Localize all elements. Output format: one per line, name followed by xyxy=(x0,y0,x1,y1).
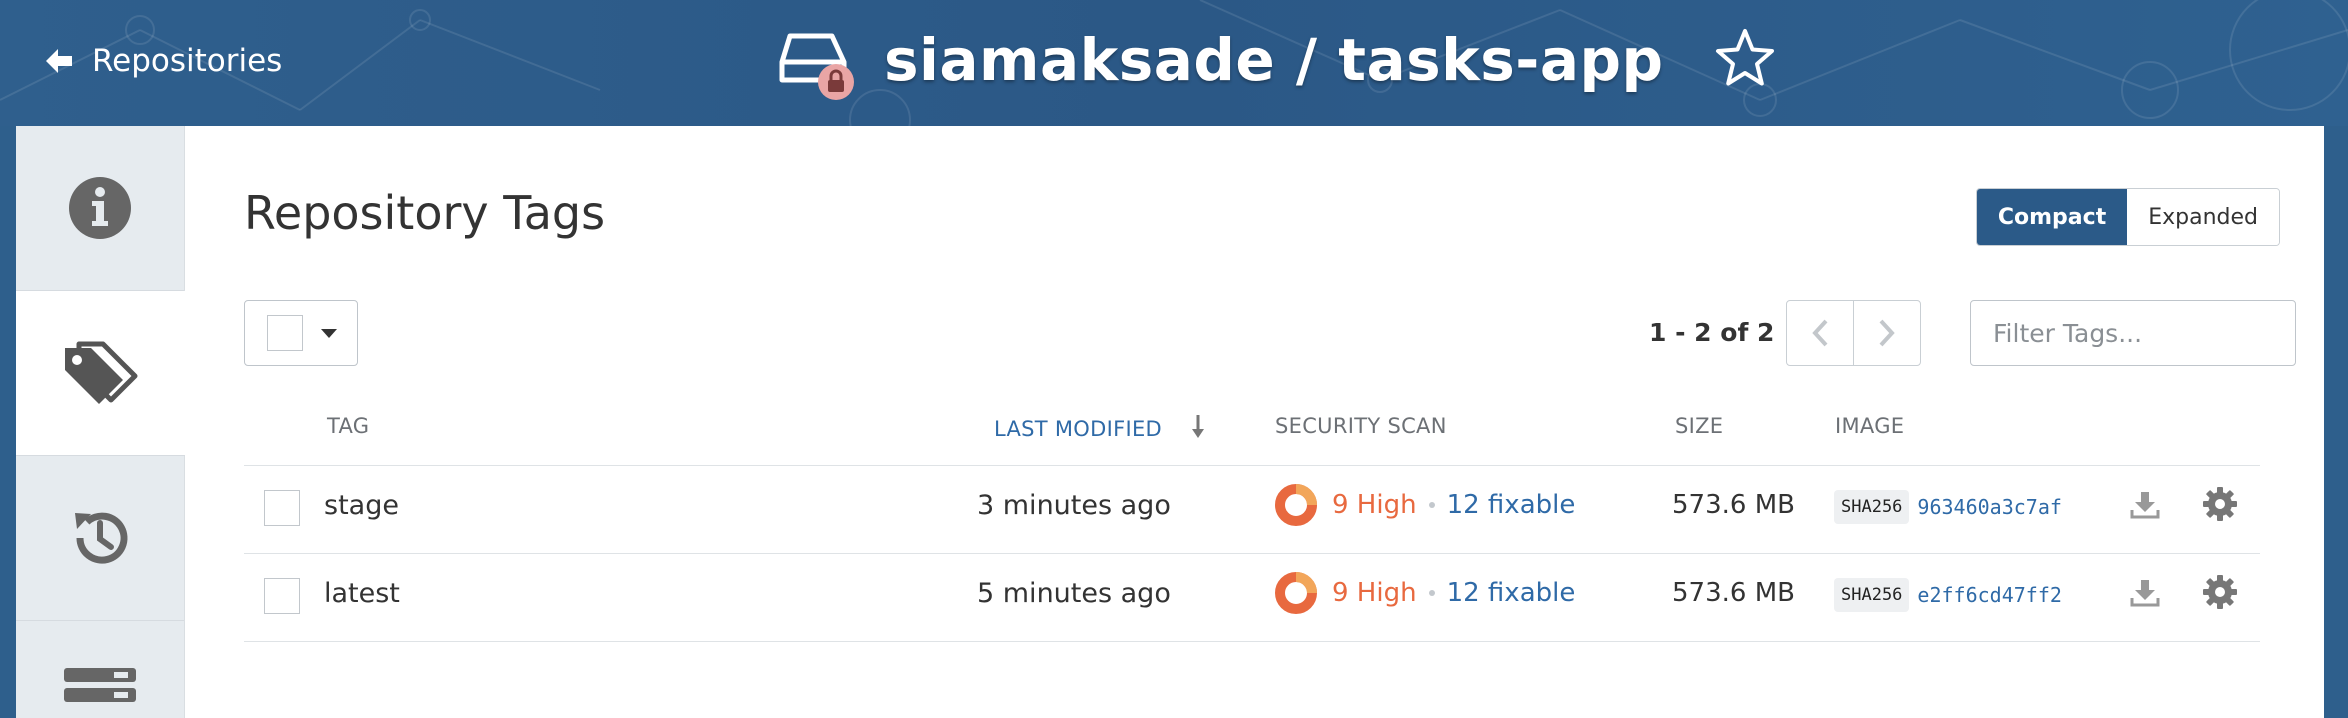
bulk-select-dropdown[interactable] xyxy=(244,300,358,366)
sidebar-tab-tags[interactable] xyxy=(16,291,185,456)
pagination-count: 1 - 2 of 2 xyxy=(1649,318,1775,347)
back-arrow-icon xyxy=(46,49,72,73)
sidebar-tab-history[interactable] xyxy=(16,456,184,621)
image-digest: SHA256 e2ff6cd47ff2 xyxy=(1834,578,2062,612)
next-page-button[interactable] xyxy=(1853,301,1920,365)
pagination-controls xyxy=(1786,300,1921,366)
repository-sidebar xyxy=(16,126,185,718)
image-size: 573.6 MB xyxy=(1672,578,1795,608)
back-to-repositories-link[interactable]: Repositories xyxy=(44,38,282,84)
fetch-tag-icon[interactable] xyxy=(2130,490,2160,524)
history-icon xyxy=(75,512,128,564)
row-select-checkbox[interactable] xyxy=(264,578,300,614)
column-header-tag[interactable]: TAG xyxy=(327,414,369,438)
table-divider xyxy=(244,641,2260,642)
table-row: stage 3 minutes ago 9 High 12 fixable 57… xyxy=(244,466,2260,552)
last-modified-value: 5 minutes ago xyxy=(977,578,1171,609)
expanded-view-button[interactable]: Expanded xyxy=(2127,189,2279,245)
sha256-badge: SHA256 xyxy=(1834,578,1910,612)
sha256-badge: SHA256 xyxy=(1834,490,1910,524)
chevron-down-icon xyxy=(321,328,337,338)
back-label: Repositories xyxy=(92,43,283,79)
column-header-image: IMAGE xyxy=(1835,414,1905,438)
high-vulnerabilities[interactable]: 9 High xyxy=(1332,578,1417,608)
select-all-checkbox[interactable] xyxy=(267,315,303,351)
vulnerability-donut-icon xyxy=(1275,572,1317,614)
sidebar-tab-builds[interactable] xyxy=(16,621,184,718)
gear-icon[interactable] xyxy=(2202,574,2238,614)
chevron-left-icon xyxy=(1812,319,1828,347)
info-icon xyxy=(69,177,131,239)
star-repository-icon[interactable] xyxy=(1714,28,1776,92)
tag-name[interactable]: stage xyxy=(324,490,399,521)
repo-name: siamaksade / tasks-app xyxy=(884,26,1664,94)
previous-page-button[interactable] xyxy=(1787,301,1853,365)
column-header-size[interactable]: SIZE xyxy=(1675,414,1723,438)
compact-view-button[interactable]: Compact xyxy=(1976,189,2128,245)
tag-name[interactable]: latest xyxy=(324,578,400,609)
security-scan-summary[interactable]: 9 High 12 fixable xyxy=(1274,482,1575,528)
last-modified-value: 3 minutes ago xyxy=(977,490,1171,521)
security-scan-summary[interactable]: 9 High 12 fixable xyxy=(1274,570,1575,616)
image-digest: SHA256 963460a3c7af xyxy=(1834,490,2062,524)
repository-lock-icon xyxy=(779,33,854,100)
sort-descending-icon xyxy=(1192,415,1204,438)
repo-title-group: siamaksade / tasks-app xyxy=(778,18,1776,102)
chevron-right-icon xyxy=(1879,319,1895,347)
repository-panel: Repository Tags Compact Expanded 1 - 2 o… xyxy=(16,126,2324,718)
vulnerability-donut-icon xyxy=(1275,484,1317,526)
fetch-tag-icon[interactable] xyxy=(2130,578,2160,612)
table-row: latest 5 minutes ago 9 High 12 fixable 5… xyxy=(244,554,2260,640)
tags-icon xyxy=(64,341,137,404)
page-title: Repository Tags xyxy=(244,186,606,240)
image-digest-link[interactable]: e2ff6cd47ff2 xyxy=(1917,583,2062,607)
last-modified-label: LAST MODIFIED xyxy=(994,417,1163,441)
filter-tags-input[interactable] xyxy=(1970,300,2296,366)
fixable-vulnerabilities-link[interactable]: 12 fixable xyxy=(1447,490,1576,520)
view-mode-toggle: Compact Expanded xyxy=(1975,188,2280,246)
row-select-checkbox[interactable] xyxy=(264,490,300,526)
gear-icon[interactable] xyxy=(2202,486,2238,526)
builds-icon xyxy=(64,668,136,702)
repo-header: Repositories siamaksade / tasks-app xyxy=(0,0,2348,126)
separator-dot xyxy=(1428,502,1435,508)
image-digest-link[interactable]: 963460a3c7af xyxy=(1917,495,2062,519)
tags-content: Repository Tags Compact Expanded 1 - 2 o… xyxy=(244,126,2296,718)
high-vulnerabilities[interactable]: 9 High xyxy=(1332,490,1417,520)
column-header-last-modified[interactable]: LAST MODIFIED xyxy=(994,414,1205,441)
image-size: 573.6 MB xyxy=(1672,490,1795,520)
sidebar-tab-info[interactable] xyxy=(16,126,184,291)
separator-dot xyxy=(1428,590,1435,596)
fixable-vulnerabilities-link[interactable]: 12 fixable xyxy=(1447,578,1576,608)
column-header-security-scan[interactable]: SECURITY SCAN xyxy=(1275,414,1447,438)
